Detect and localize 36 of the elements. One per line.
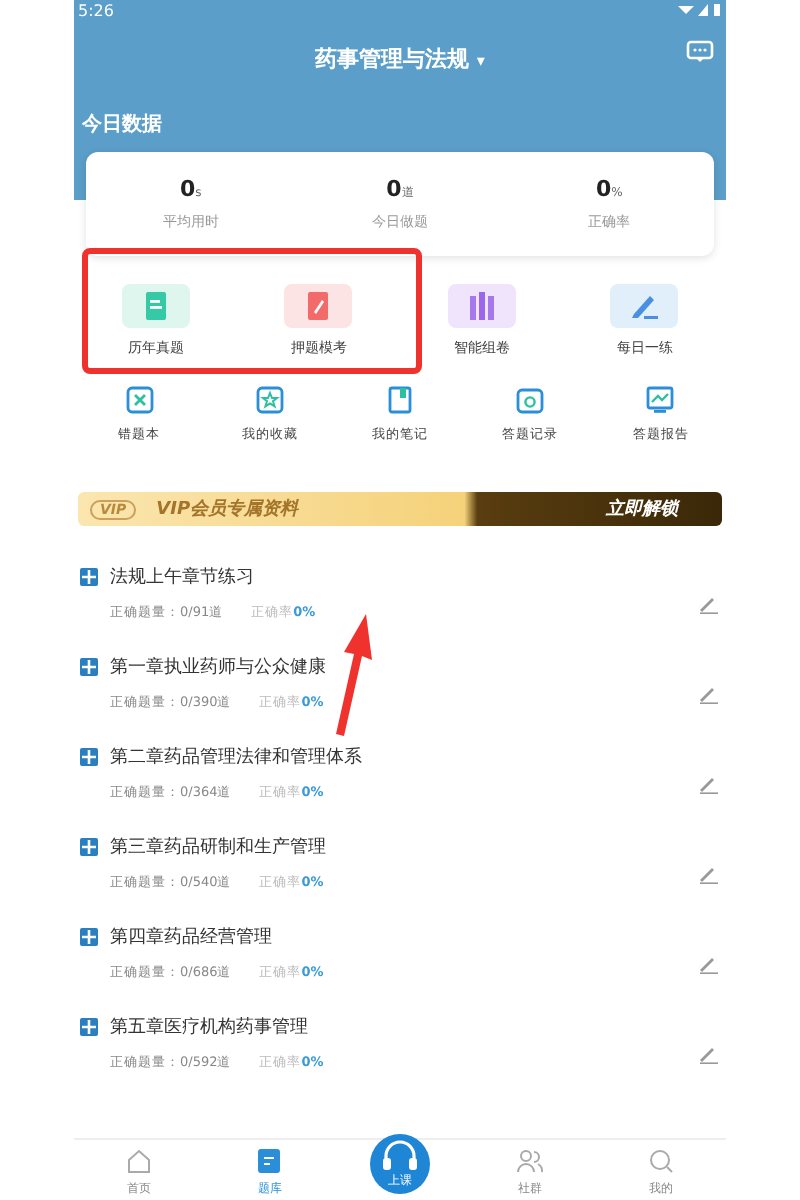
edit-icon[interactable] [698,953,718,973]
edit-icon[interactable] [698,863,718,883]
book-x-icon [125,386,154,414]
expand-icon[interactable] [80,928,98,946]
edit-icon[interactable] [698,773,718,793]
status-icons [678,2,722,18]
calendar-icon [516,386,545,414]
expand-icon[interactable] [80,1018,98,1036]
chapter-title[interactable]: 第二章药品管理法律和管理体系 [110,744,362,770]
unlock-button[interactable]: 立即解锁 [606,496,678,522]
chapter-title[interactable]: 法规上午章节练习 [110,564,254,590]
home-icon [126,1148,153,1174]
headphones-icon [380,1139,420,1171]
chapter-title[interactable]: 第一章执业药师与公众健康 [110,654,326,680]
people-icon [516,1148,545,1174]
notebook-icon [386,386,414,414]
edit-icon[interactable] [698,683,718,703]
edit-icon[interactable] [698,1043,718,1063]
books-icon [465,290,498,322]
status-time: 5:26 [78,1,114,19]
annotation-arrow [330,612,374,736]
expand-icon[interactable] [80,838,98,856]
message-icon[interactable] [686,40,714,64]
chapter-title[interactable]: 第三章药品研制和生产管理 [110,834,326,860]
expand-icon[interactable] [80,568,98,586]
expand-icon[interactable] [80,748,98,766]
chart-icon [646,386,675,414]
pencil-icon [628,290,661,322]
expand-icon[interactable] [80,658,98,676]
banner-text: VIP会员专属资料 [156,496,301,522]
section-title: 今日数据 [82,111,164,138]
chapter-title[interactable]: 第四章药品经营管理 [110,924,272,950]
document-icon [256,1148,283,1174]
chapter-title[interactable]: 第五章医疗机构药事管理 [110,1014,308,1040]
edit-icon[interactable] [698,593,718,613]
star-icon [255,386,284,414]
